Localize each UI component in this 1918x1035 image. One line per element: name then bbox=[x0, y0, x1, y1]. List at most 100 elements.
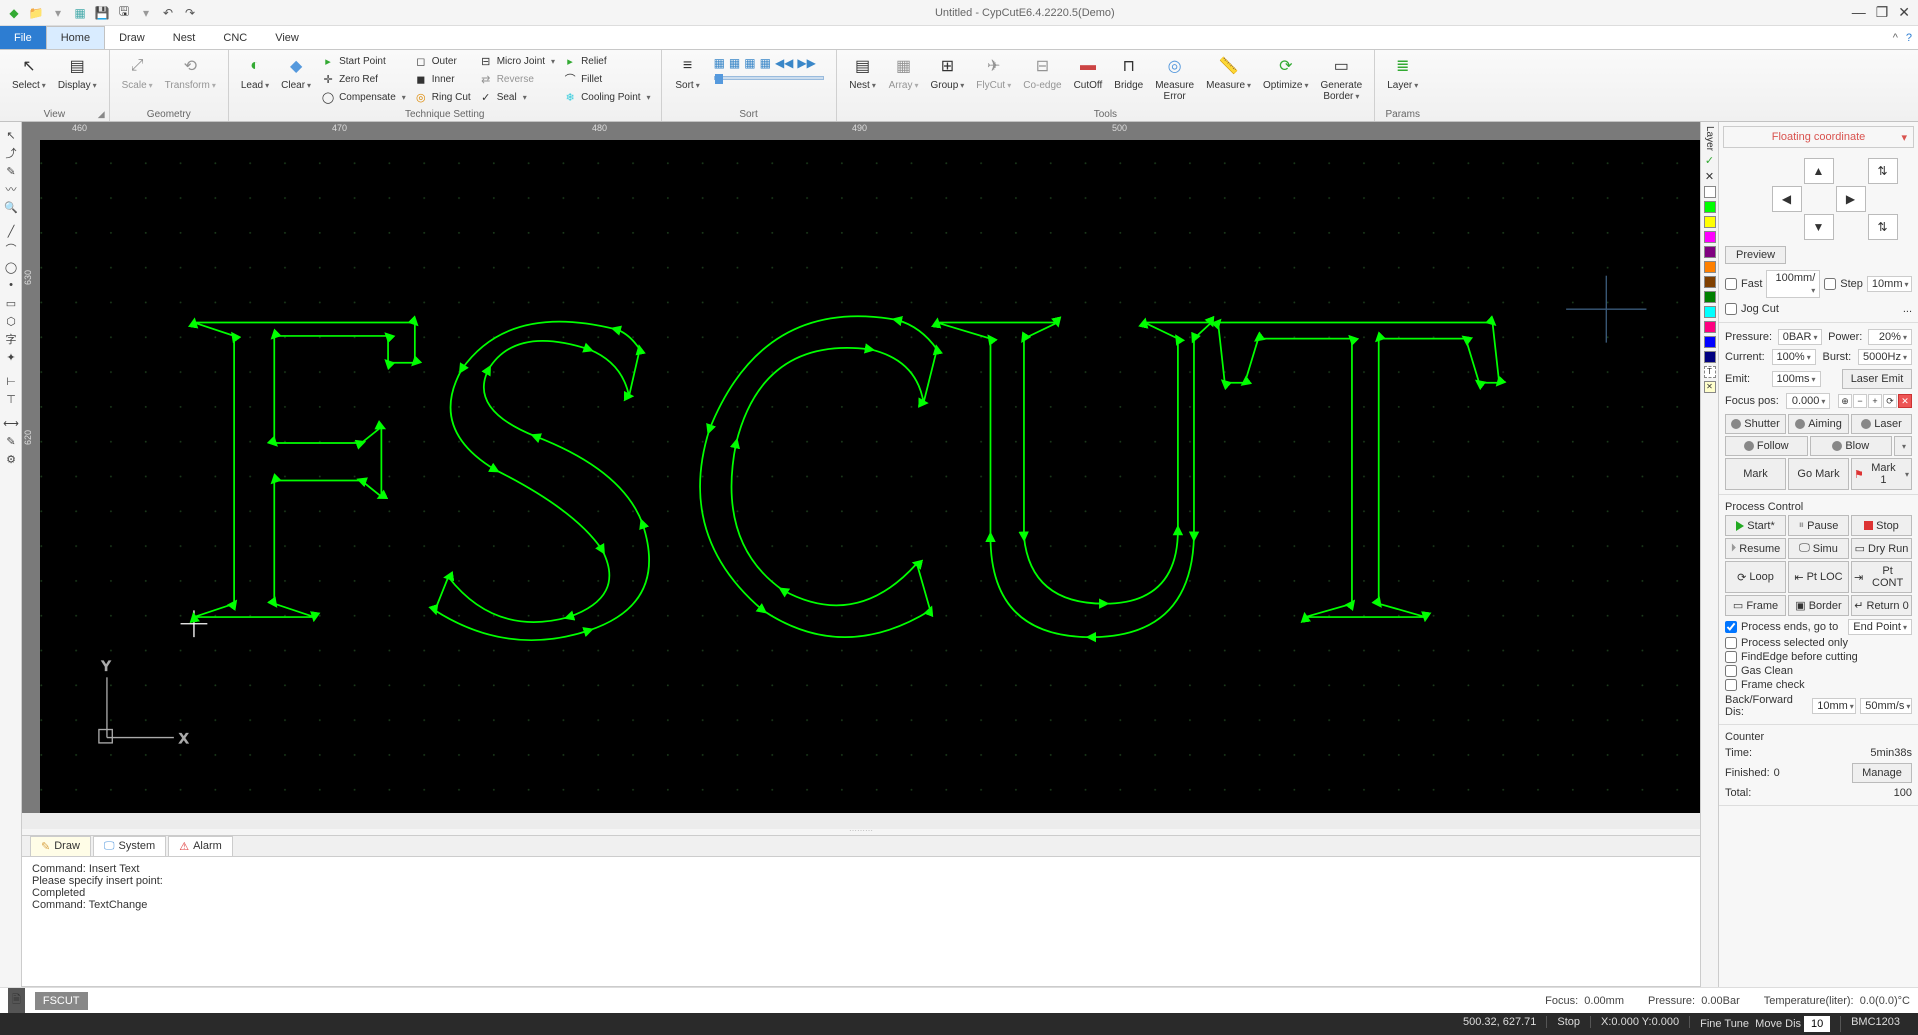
minimize-button[interactable]: — bbox=[1852, 4, 1866, 21]
log-tab-system[interactable]: 🖵System bbox=[93, 836, 166, 857]
lt-tool2-icon[interactable]: ⤴ bbox=[0, 144, 22, 162]
jog-speed1-button[interactable]: ⇅ bbox=[1868, 158, 1898, 184]
step-checkbox[interactable] bbox=[1824, 278, 1836, 290]
ptcont-button[interactable]: ⇥Pt CONT bbox=[1851, 561, 1912, 593]
layer-swatch[interactable] bbox=[1704, 246, 1716, 258]
layer-swatch-x[interactable]: ✕ bbox=[1704, 381, 1716, 393]
transform-button[interactable]: ⟲ Transform bbox=[159, 52, 222, 93]
laser-button[interactable]: Laser bbox=[1851, 414, 1912, 434]
coolingpoint-button[interactable]: ❄Cooling Point bbox=[559, 88, 655, 106]
blow-button[interactable]: Blow bbox=[1810, 436, 1893, 456]
zeroref-button[interactable]: ✛Zero Ref bbox=[317, 70, 410, 88]
lt-tool3-icon[interactable]: ✎ bbox=[0, 162, 22, 180]
pause-button[interactable]: ⏸Pause bbox=[1788, 515, 1849, 536]
follow-button[interactable]: Follow bbox=[1725, 436, 1808, 456]
tab-file[interactable]: File bbox=[0, 26, 46, 49]
jog-down-button[interactable]: ▼ bbox=[1804, 214, 1834, 240]
layer-check-icon[interactable]: ✓ bbox=[1705, 154, 1714, 167]
lt-zoom-icon[interactable]: 🔍 bbox=[0, 198, 22, 216]
gasclean-checkbox[interactable] bbox=[1725, 665, 1737, 677]
lt-dim-icon[interactable]: ⟷ bbox=[0, 414, 22, 432]
clear-button[interactable]: ◆ Clear bbox=[275, 52, 317, 93]
simu-button[interactable]: 🖵Simu bbox=[1788, 538, 1849, 559]
tab-cnc[interactable]: CNC bbox=[209, 26, 261, 49]
procends-checkbox[interactable] bbox=[1725, 621, 1737, 633]
generateborder-button[interactable]: ▭Generate Border bbox=[1315, 52, 1369, 104]
lt-misc-icon[interactable]: ⚙ bbox=[0, 450, 22, 468]
nest-button[interactable]: ▤Nest bbox=[843, 52, 883, 93]
layer-button[interactable]: ≣Layer bbox=[1381, 52, 1424, 93]
log-tab-draw[interactable]: ✎Draw bbox=[30, 836, 91, 857]
layer-swatch[interactable] bbox=[1704, 276, 1716, 288]
bf-dist-value[interactable]: 10mm bbox=[1812, 698, 1856, 714]
sort-next-icon[interactable]: ▶▶ bbox=[797, 56, 815, 70]
stop-button[interactable]: Stop bbox=[1851, 515, 1912, 536]
flycut-button[interactable]: ✈FlyCut bbox=[970, 52, 1017, 93]
start-button[interactable]: Start* bbox=[1725, 515, 1786, 536]
fast-checkbox[interactable] bbox=[1725, 278, 1737, 290]
relief-button[interactable]: ▸Relief bbox=[559, 52, 655, 70]
display-button[interactable]: ▤ Display bbox=[52, 52, 103, 93]
qa-folder-icon[interactable]: 📁 bbox=[28, 5, 44, 21]
layer-swatch[interactable] bbox=[1704, 231, 1716, 243]
array-button[interactable]: ▦Array bbox=[883, 52, 925, 93]
layer-swatch[interactable] bbox=[1704, 291, 1716, 303]
measure-button[interactable]: 📏Measure bbox=[1200, 52, 1257, 93]
cutoff-button[interactable]: ▬CutOff bbox=[1068, 52, 1109, 93]
jog-left-button[interactable]: ◀ bbox=[1772, 186, 1802, 212]
dryrun-button[interactable]: ▭Dry Run bbox=[1851, 538, 1912, 559]
log-tab-alarm[interactable]: ⚠Alarm bbox=[168, 836, 233, 857]
lt-tool4-icon[interactable]: 〰 bbox=[0, 180, 22, 198]
shutter-button[interactable]: Shutter bbox=[1725, 414, 1786, 434]
fillet-button[interactable]: ⌒Fillet bbox=[559, 70, 655, 88]
fast-value[interactable]: 100mm/ bbox=[1766, 270, 1820, 298]
jogcut-checkbox[interactable] bbox=[1725, 303, 1737, 315]
tab-view[interactable]: View bbox=[261, 26, 313, 49]
laser-emit-button[interactable]: Laser Emit bbox=[1842, 369, 1912, 389]
lt-polygon-icon[interactable]: ⬡ bbox=[0, 312, 22, 330]
emit-value[interactable]: 100ms bbox=[1772, 371, 1821, 387]
close-button[interactable]: ✕ bbox=[1898, 4, 1910, 21]
finetune-label[interactable]: Fine Tune bbox=[1700, 1018, 1749, 1030]
focuspos-value[interactable]: 0.000 bbox=[1786, 393, 1830, 409]
maximize-button[interactable]: ❐ bbox=[1876, 4, 1889, 21]
layer-swatch[interactable] bbox=[1704, 321, 1716, 333]
ptloc-button[interactable]: ⇤Pt LOC bbox=[1788, 561, 1849, 593]
mark-button[interactable]: Mark bbox=[1725, 458, 1786, 490]
bf-speed-value[interactable]: 50mm/s bbox=[1860, 698, 1912, 714]
select-button[interactable]: ↖ Select bbox=[6, 52, 52, 93]
outer-button[interactable]: ◻Outer bbox=[410, 52, 475, 70]
lt-valign-icon[interactable]: ⊤ bbox=[0, 390, 22, 408]
gomark-button[interactable]: Go Mark bbox=[1788, 458, 1849, 490]
layer-swatch[interactable] bbox=[1704, 351, 1716, 363]
sort-ic3[interactable]: ▦ bbox=[744, 56, 755, 70]
qa-grid-icon[interactable]: ▦ bbox=[72, 5, 88, 21]
layer-swatch[interactable] bbox=[1704, 306, 1716, 318]
power-value[interactable]: 20% bbox=[1868, 329, 1912, 345]
border-button[interactable]: ▣Border bbox=[1788, 595, 1849, 616]
layer-swatch[interactable] bbox=[1704, 336, 1716, 348]
tab-draw[interactable]: Draw bbox=[105, 26, 159, 49]
aiming-button[interactable]: Aiming bbox=[1788, 414, 1849, 434]
pressure-value[interactable]: 0BAR bbox=[1778, 329, 1823, 345]
procsel-checkbox[interactable] bbox=[1725, 637, 1737, 649]
current-value[interactable]: 100% bbox=[1772, 349, 1816, 365]
step-value[interactable]: 10mm bbox=[1867, 276, 1912, 292]
mark1-dropdown[interactable]: ⚑Mark 1 bbox=[1851, 458, 1912, 490]
jog-speed2-button[interactable]: ⇅ bbox=[1868, 214, 1898, 240]
layer-close-icon[interactable]: ✕ bbox=[1705, 170, 1714, 183]
lt-text-icon[interactable]: 字 bbox=[0, 330, 22, 348]
focuspos-m4-icon[interactable]: ⟳ bbox=[1883, 394, 1897, 408]
focuspos-cancel-icon[interactable]: ✕ bbox=[1898, 394, 1912, 408]
sort-ic2[interactable]: ▦ bbox=[729, 56, 740, 70]
lt-rect-icon[interactable]: ▭ bbox=[0, 294, 22, 312]
float-coord-dropdown[interactable]: Floating coordinate bbox=[1723, 126, 1914, 148]
return0-button[interactable]: ↵Return 0 bbox=[1851, 595, 1912, 616]
startpoint-button[interactable]: ▸Start Point bbox=[317, 52, 410, 70]
findedge-checkbox[interactable] bbox=[1725, 651, 1737, 663]
loop-button[interactable]: ⟳Loop bbox=[1725, 561, 1786, 593]
lt-line-icon[interactable]: ╱ bbox=[0, 222, 22, 240]
blow-more-button[interactable] bbox=[1894, 436, 1912, 456]
layer-swatch[interactable] bbox=[1704, 201, 1716, 213]
bridge-button[interactable]: ⊓Bridge bbox=[1108, 52, 1149, 93]
